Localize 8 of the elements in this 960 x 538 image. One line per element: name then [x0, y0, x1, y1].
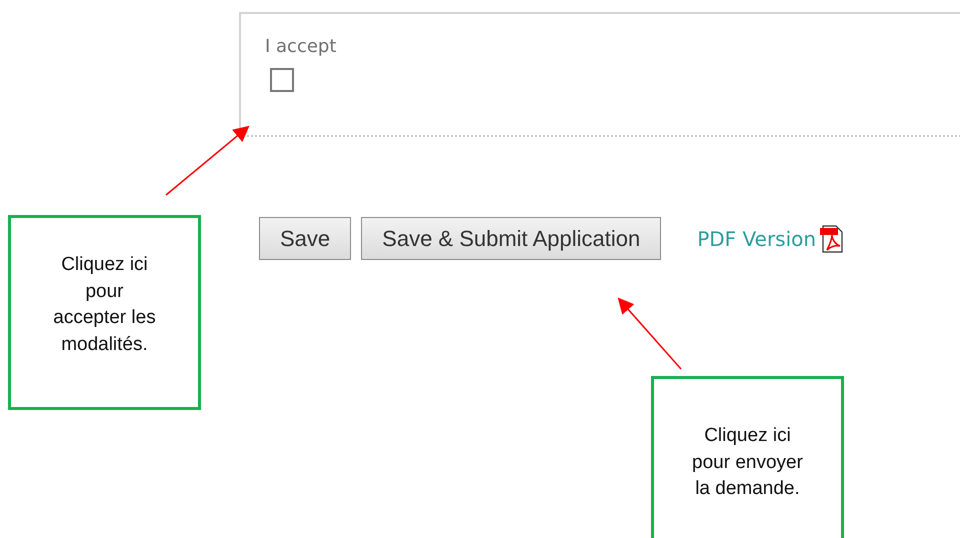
field-label: I accept — [265, 36, 338, 58]
callout-text: Cliquez ici pour envoyer la demande. — [692, 424, 803, 502]
callout-text: Cliquez ici pour accepter les modalités. — [53, 253, 156, 357]
arrow — [618, 298, 682, 370]
button[interactable]: Save & Submit Application — [361, 217, 662, 260]
button[interactable]: Save — [259, 217, 352, 260]
pdf-icon — [820, 224, 844, 252]
checkbox[interactable] — [270, 68, 294, 92]
